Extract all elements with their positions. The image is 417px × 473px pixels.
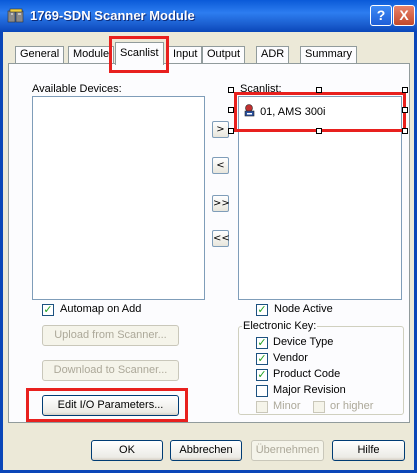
download-to-scanner-button[interactable]: Download to Scanner... — [42, 360, 179, 381]
vendor-label: Vendor — [273, 352, 308, 364]
automap-checkbox[interactable]: ✓ — [42, 304, 54, 316]
selection-handle[interactable] — [316, 128, 322, 134]
minor-label: Minor — [273, 400, 301, 412]
window-title: 1769-SDN Scanner Module — [30, 8, 195, 23]
remove-all-button[interactable]: << — [212, 230, 230, 247]
selection-handle[interactable] — [402, 128, 408, 134]
window-border — [0, 32, 3, 473]
minor-checkbox[interactable] — [256, 401, 268, 413]
tab-general[interactable]: General — [15, 46, 65, 63]
ok-button[interactable]: OK — [91, 440, 163, 461]
or-higher-label: or higher — [330, 400, 374, 412]
apply-button[interactable]: Übernehmen — [251, 440, 324, 461]
product-code-checkbox[interactable]: ✓ — [256, 369, 268, 381]
available-devices-label: Available Devices: — [32, 83, 122, 95]
selection-handle[interactable] — [228, 128, 234, 134]
cancel-button[interactable]: Abbrechen — [170, 440, 242, 461]
product-code-label: Product Code — [273, 368, 341, 380]
device-type-checkbox[interactable]: ✓ — [256, 337, 268, 349]
selection-handle[interactable] — [228, 87, 234, 93]
automap-label: Automap on Add — [60, 303, 142, 315]
tab-input[interactable]: Input — [168, 46, 203, 63]
add-all-button[interactable]: >> — [212, 195, 230, 212]
tab-summary[interactable]: Summary — [300, 46, 358, 63]
tab-output[interactable]: Output — [202, 46, 246, 63]
major-revision-label: Major Revision — [273, 384, 346, 396]
available-devices-list[interactable] — [32, 96, 205, 300]
tab-module[interactable]: Module — [68, 46, 115, 63]
node-active-checkbox[interactable]: ✓ — [256, 304, 268, 316]
or-higher-checkbox[interactable] — [313, 401, 325, 413]
selection-handle[interactable] — [316, 87, 322, 93]
close-button[interactable]: X — [393, 5, 415, 26]
tab-adr[interactable]: ADR — [256, 46, 290, 63]
title-bar: 1769-SDN Scanner Module ? X — [0, 0, 417, 32]
major-revision-checkbox[interactable] — [256, 385, 268, 397]
upload-from-scanner-button[interactable]: Upload from Scanner... — [42, 325, 179, 346]
tab-scanlist[interactable]: Scanlist — [115, 42, 164, 65]
remove-device-button[interactable]: < — [212, 157, 229, 174]
selection-handle[interactable] — [402, 107, 408, 113]
vendor-checkbox[interactable]: ✓ — [256, 353, 268, 365]
device-type-label: Device Type — [273, 336, 334, 348]
node-active-label: Node Active — [274, 303, 333, 315]
selection-handle[interactable] — [402, 87, 408, 93]
highlight-scanlist-item — [234, 92, 406, 132]
app-icon — [7, 8, 24, 23]
add-device-button[interactable]: > — [212, 121, 229, 138]
help-button[interactable]: Hilfe — [332, 440, 405, 461]
highlight-edit-io-button — [26, 388, 188, 422]
electronic-key-label: Electronic Key: — [242, 320, 318, 332]
selection-handle[interactable] — [228, 107, 234, 113]
help-title-button[interactable]: ? — [370, 5, 392, 26]
